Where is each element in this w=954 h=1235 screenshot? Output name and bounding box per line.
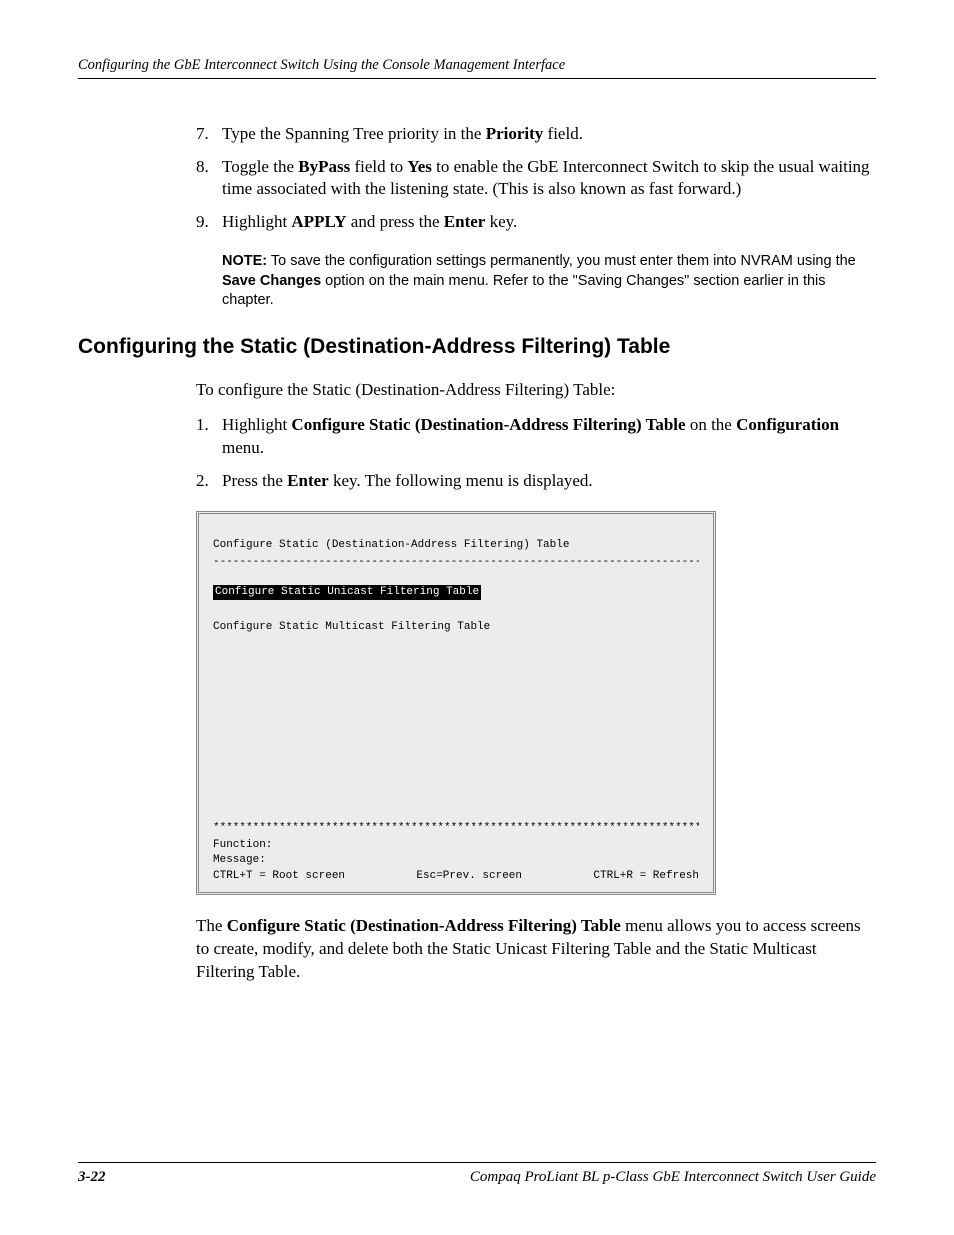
bold: Configure Static (Destination-Address Fi… bbox=[291, 415, 685, 434]
text: menu. bbox=[222, 438, 264, 457]
step-list-1: 7. Type the Spanning Tree priority in th… bbox=[196, 123, 876, 235]
step-8: 8. Toggle the ByPass field to Yes to ena… bbox=[196, 156, 876, 202]
step-list-2: 1. Highlight Configure Static (Destinati… bbox=[196, 414, 876, 493]
page-number: 3-22 bbox=[78, 1167, 106, 1187]
footer-rule bbox=[78, 1162, 876, 1163]
step-number: 1. bbox=[196, 414, 222, 460]
bold: Enter bbox=[287, 471, 329, 490]
step-9: 9. Highlight APPLY and press the Enter k… bbox=[196, 211, 876, 234]
note-label: NOTE: bbox=[222, 253, 267, 269]
step-text: Highlight APPLY and press the Enter key. bbox=[222, 211, 876, 234]
text: Toggle the bbox=[222, 157, 298, 176]
section-heading: Configuring the Static (Destination-Addr… bbox=[78, 333, 876, 361]
terminal-shortcut-row: CTRL+T = Root screen Esc=Prev. screen CT… bbox=[213, 869, 699, 884]
terminal-footer: ****************************************… bbox=[213, 821, 699, 885]
note-text: To save the configuration settings perma… bbox=[267, 253, 856, 269]
bold: ByPass bbox=[298, 157, 350, 176]
bold: Configure Static (Destination-Address Fi… bbox=[227, 916, 621, 935]
shortcut-left: CTRL+T = Root screen bbox=[213, 869, 345, 884]
step-text: Press the Enter key. The following menu … bbox=[222, 470, 876, 493]
intro-paragraph: To configure the Static (Destination-Add… bbox=[196, 379, 876, 402]
text: field to bbox=[350, 157, 407, 176]
text: key. bbox=[485, 212, 517, 231]
text: The bbox=[196, 916, 227, 935]
main-content: 7. Type the Spanning Tree priority in th… bbox=[78, 123, 876, 311]
header-rule bbox=[78, 78, 876, 79]
terminal-title: Configure Static (Destination-Address Fi… bbox=[213, 538, 699, 553]
step-number: 9. bbox=[196, 211, 222, 234]
document-title: Compaq ProLiant BL p-Class GbE Interconn… bbox=[470, 1167, 876, 1187]
note-block: NOTE: To save the configuration settings… bbox=[222, 252, 876, 311]
step-number: 8. bbox=[196, 156, 222, 202]
step-2: 2. Press the Enter key. The following me… bbox=[196, 470, 876, 493]
bold: Enter bbox=[444, 212, 486, 231]
step-text: Type the Spanning Tree priority in the P… bbox=[222, 123, 876, 146]
text: on the bbox=[686, 415, 737, 434]
text: and press the bbox=[347, 212, 444, 231]
shortcut-right: CTRL+R = Refresh bbox=[593, 869, 699, 884]
step-text: Toggle the ByPass field to Yes to enable… bbox=[222, 156, 876, 202]
step-7: 7. Type the Spanning Tree priority in th… bbox=[196, 123, 876, 146]
running-header: Configuring the GbE Interconnect Switch … bbox=[78, 56, 876, 76]
page-footer: 3-22 Compaq ProLiant BL p-Class GbE Inte… bbox=[78, 1162, 876, 1187]
terminal-menu-item-selected: Configure Static Unicast Filtering Table bbox=[213, 585, 481, 600]
text: field. bbox=[543, 124, 583, 143]
terminal-menu-item: Configure Static Multicast Filtering Tab… bbox=[213, 620, 699, 635]
text: Highlight bbox=[222, 212, 291, 231]
step-1: 1. Highlight Configure Static (Destinati… bbox=[196, 414, 876, 460]
closing-paragraph: The Configure Static (Destination-Addres… bbox=[196, 915, 876, 984]
bold: Priority bbox=[486, 124, 544, 143]
text: Type the Spanning Tree priority in the bbox=[222, 124, 486, 143]
terminal-message-label: Message: bbox=[213, 853, 699, 868]
text: Highlight bbox=[222, 415, 291, 434]
step-text: Highlight Configure Static (Destination-… bbox=[222, 414, 876, 460]
text: key. The following menu is displayed. bbox=[329, 471, 593, 490]
note-bold: Save Changes bbox=[222, 273, 321, 289]
bold: APPLY bbox=[291, 212, 346, 231]
terminal-function-label: Function: bbox=[213, 838, 699, 853]
terminal-divider: ----------------------------------------… bbox=[213, 555, 699, 570]
bold: Configuration bbox=[736, 415, 839, 434]
terminal-screenshot: Configure Static (Destination-Address Fi… bbox=[196, 511, 716, 895]
section-content: To configure the Static (Destination-Add… bbox=[78, 379, 876, 984]
step-number: 2. bbox=[196, 470, 222, 493]
text: Press the bbox=[222, 471, 287, 490]
bold: Yes bbox=[407, 157, 432, 176]
step-number: 7. bbox=[196, 123, 222, 146]
shortcut-mid: Esc=Prev. screen bbox=[416, 869, 522, 884]
terminal-stars: ****************************************… bbox=[213, 821, 699, 836]
